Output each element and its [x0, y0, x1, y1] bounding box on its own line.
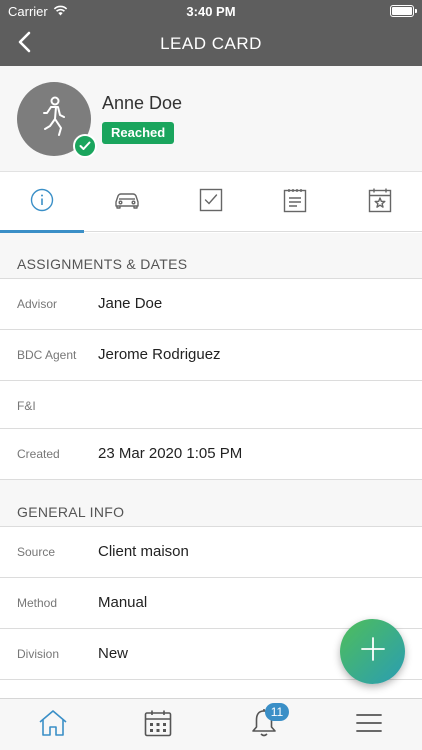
bottom-tab-menu[interactable]	[317, 699, 422, 750]
advisor-value: Jane Doe	[98, 295, 163, 312]
division-label: Division	[17, 647, 60, 661]
calendar-star-icon	[368, 187, 392, 218]
home-icon	[38, 709, 68, 742]
created-label: Created	[17, 447, 60, 461]
tab-vehicle[interactable]	[84, 172, 168, 232]
method-label: Method	[17, 596, 58, 610]
notification-count-badge: 11	[265, 703, 289, 721]
calendar-icon	[144, 709, 172, 742]
info-icon	[30, 188, 54, 217]
assignments-heading: ASSIGNMENTS & DATES	[17, 256, 188, 272]
lead-profile: Anne Doe Reached	[0, 66, 422, 172]
tab-tasks[interactable]	[169, 172, 253, 232]
assignments-section-header: ASSIGNMENTS & DATES	[0, 233, 422, 279]
tab-notes[interactable]	[253, 172, 337, 232]
notes-icon	[283, 187, 307, 218]
advisor-label: Advisor	[17, 297, 58, 311]
general-heading: GENERAL INFO	[17, 504, 125, 520]
row-bdc-agent[interactable]: BDC Agent Jerome Rodriguez	[0, 330, 422, 381]
lead-tabs	[0, 172, 422, 233]
add-button[interactable]	[340, 619, 405, 684]
status-bar: Carrier 3:40 PM	[0, 0, 422, 22]
bdc-agent-label: BDC Agent	[17, 348, 77, 362]
bottom-tab-notifications[interactable]: 11	[211, 699, 317, 750]
task-check-icon	[199, 188, 223, 217]
bottom-tab-home[interactable]	[0, 699, 106, 750]
status-badge: Reached	[102, 122, 175, 144]
car-icon	[113, 190, 141, 215]
walk-in-icon	[37, 96, 71, 143]
source-label: Source	[17, 545, 56, 559]
plus-icon	[360, 636, 386, 667]
navigation-bar: LEAD CARD	[0, 22, 422, 66]
row-partial	[0, 680, 422, 698]
general-section-header: GENERAL INFO	[0, 480, 422, 527]
row-advisor[interactable]: Advisor Jane Doe	[0, 279, 422, 330]
bdc-agent-value: Jerome Rodriguez	[98, 346, 221, 363]
row-fi[interactable]: F&I	[0, 381, 422, 429]
tab-appointments[interactable]	[338, 172, 422, 232]
method-value: Manual	[98, 594, 148, 611]
avatar[interactable]	[17, 82, 97, 158]
created-value: 23 Mar 2020 1:05 PM	[98, 445, 243, 462]
clock: 3:40 PM	[186, 4, 236, 19]
row-created[interactable]: Created 23 Mar 2020 1:05 PM	[0, 429, 422, 480]
menu-icon	[356, 713, 383, 738]
page-title: LEAD CARD	[160, 34, 262, 53]
battery-icon	[390, 5, 417, 17]
reached-check-icon	[73, 134, 97, 158]
bottom-tab-calendar[interactable]	[106, 699, 212, 750]
source-value: Client maison	[98, 543, 189, 560]
bottom-tab-bar: 11	[0, 698, 422, 750]
division-value: New	[98, 645, 129, 662]
tab-info[interactable]	[0, 172, 85, 233]
row-source[interactable]: Source Client maison	[0, 527, 422, 578]
fi-label: F&I	[17, 399, 36, 413]
lead-name: Anne Doe	[102, 93, 183, 113]
